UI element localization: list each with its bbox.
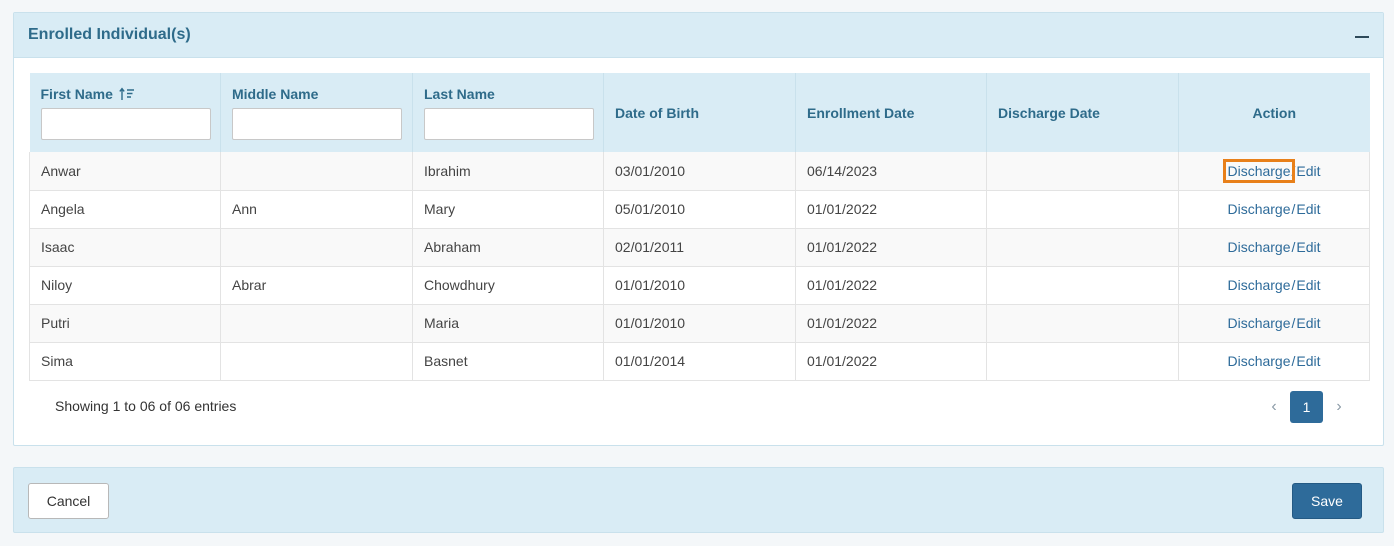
cell-first-name: Isaac <box>29 228 221 266</box>
discharge-link[interactable]: Discharge <box>1227 315 1290 331</box>
edit-link[interactable]: Edit <box>1296 239 1320 255</box>
cell-last-name: Abraham <box>412 228 604 266</box>
cell-action: Discharge/Edit <box>1178 190 1370 228</box>
cell-discharge-date <box>986 304 1179 342</box>
enrolled-table: First Name Middle Name Last Name Date of… <box>29 73 1370 381</box>
cell-discharge-date <box>986 228 1179 266</box>
cell-first-name: Putri <box>29 304 221 342</box>
edit-link[interactable]: Edit <box>1296 201 1320 217</box>
cell-last-name: Maria <box>412 304 604 342</box>
cell-action: Discharge/Edit <box>1178 152 1370 190</box>
cell-middle-name <box>220 152 413 190</box>
cell-dob: 01/01/2010 <box>603 266 796 304</box>
table-header-row: First Name Middle Name Last Name Date of… <box>29 73 1370 152</box>
last-name-filter-input[interactable] <box>424 107 594 140</box>
column-header-label: Last Name <box>424 85 495 102</box>
cell-action: Discharge/Edit <box>1178 304 1370 342</box>
page-button-1[interactable]: 1 <box>1290 391 1323 423</box>
table-row: Putri Maria 01/01/2010 01/01/2022 Discha… <box>29 304 1370 342</box>
cell-first-name: Sima <box>29 342 221 380</box>
pagination: ‹ 1 › <box>1258 391 1355 423</box>
enrolled-individuals-panel: Enrolled Individual(s) First Name Middle… <box>13 12 1384 446</box>
table-row: Anwar Ibrahim 03/01/2010 06/14/2023 Disc… <box>29 152 1370 190</box>
cell-last-name: Basnet <box>412 342 604 380</box>
column-header-label: Middle Name <box>232 85 319 102</box>
save-button[interactable]: Save <box>1292 483 1362 519</box>
action-separator: / <box>1291 277 1296 293</box>
cell-discharge-date <box>986 342 1179 380</box>
cell-enrollment-date: 06/14/2023 <box>795 152 987 190</box>
cell-enrollment-date: 01/01/2022 <box>795 190 987 228</box>
table-row: Sima Basnet 01/01/2014 01/01/2022 Discha… <box>29 342 1370 380</box>
panel-header: Enrolled Individual(s) <box>14 13 1383 58</box>
action-separator: / <box>1291 201 1296 217</box>
edit-link[interactable]: Edit <box>1296 353 1320 369</box>
cancel-button[interactable]: Cancel <box>28 483 109 519</box>
cell-discharge-date <box>986 266 1179 304</box>
column-header-discharge-date: Discharge Date <box>986 73 1179 152</box>
panel-title: Enrolled Individual(s) <box>28 26 191 43</box>
discharge-link[interactable]: Discharge <box>1227 239 1290 255</box>
form-actions-bar: Cancel Save <box>13 467 1384 533</box>
middle-name-filter-input[interactable] <box>232 107 402 140</box>
first-name-filter-input[interactable] <box>40 107 211 140</box>
cell-dob: 01/01/2014 <box>603 342 796 380</box>
discharge-link[interactable]: Discharge <box>1227 201 1290 217</box>
column-header-label[interactable]: First Name <box>41 86 113 102</box>
cell-middle-name <box>220 342 413 380</box>
cell-dob: 01/01/2010 <box>603 304 796 342</box>
cell-last-name: Mary <box>412 190 604 228</box>
cell-dob: 03/01/2010 <box>603 152 796 190</box>
cell-dob: 05/01/2010 <box>603 190 796 228</box>
cell-action: Discharge/Edit <box>1178 228 1370 266</box>
cell-first-name: Niloy <box>29 266 221 304</box>
cell-first-name: Angela <box>29 190 221 228</box>
edit-link[interactable]: Edit <box>1296 315 1320 331</box>
cell-discharge-date <box>986 152 1179 190</box>
chevron-right-icon[interactable]: › <box>1323 391 1355 423</box>
action-separator: / <box>1291 315 1296 331</box>
cell-dob: 02/01/2011 <box>603 228 796 266</box>
column-header-dob: Date of Birth <box>603 73 796 152</box>
cell-action: Discharge/Edit <box>1178 266 1370 304</box>
column-header-first-name: First Name <box>29 73 221 152</box>
table-row: Niloy Abrar Chowdhury 01/01/2010 01/01/2… <box>29 266 1370 304</box>
cell-last-name: Chowdhury <box>412 266 604 304</box>
table-row: Isaac Abraham 02/01/2011 01/01/2022 Disc… <box>29 228 1370 266</box>
column-header-middle-name: Middle Name <box>220 73 413 152</box>
chevron-left-icon[interactable]: ‹ <box>1258 391 1290 423</box>
cell-last-name: Ibrahim <box>412 152 604 190</box>
column-header-last-name: Last Name <box>412 73 604 152</box>
action-separator: / <box>1291 162 1296 179</box>
cell-middle-name <box>220 304 413 342</box>
cell-middle-name: Abrar <box>220 266 413 304</box>
action-separator: / <box>1291 353 1296 369</box>
cell-discharge-date <box>986 190 1179 228</box>
cell-enrollment-date: 01/01/2022 <box>795 342 987 380</box>
minus-icon[interactable] <box>1355 36 1369 38</box>
cell-middle-name: Ann <box>220 190 413 228</box>
cell-middle-name <box>220 228 413 266</box>
edit-link[interactable]: Edit <box>1296 277 1320 293</box>
cell-first-name: Anwar <box>29 152 221 190</box>
cell-enrollment-date: 01/01/2022 <box>795 304 987 342</box>
cell-enrollment-date: 01/01/2022 <box>795 266 987 304</box>
action-separator: / <box>1291 239 1296 255</box>
table-row: Angela Ann Mary 05/01/2010 01/01/2022 Di… <box>29 190 1370 228</box>
discharge-link[interactable]: Discharge <box>1223 158 1295 183</box>
cell-action: Discharge/Edit <box>1178 342 1370 380</box>
entries-info: Showing 1 to 06 of 06 entries <box>55 398 237 414</box>
cell-enrollment-date: 01/01/2022 <box>795 228 987 266</box>
discharge-link[interactable]: Discharge <box>1227 277 1290 293</box>
column-header-action: Action <box>1252 104 1297 121</box>
sort-ascending-icon[interactable] <box>119 86 135 101</box>
discharge-link[interactable]: Discharge <box>1227 353 1290 369</box>
column-header-enrollment-date: Enrollment Date <box>795 73 987 152</box>
edit-link[interactable]: Edit <box>1296 163 1320 179</box>
